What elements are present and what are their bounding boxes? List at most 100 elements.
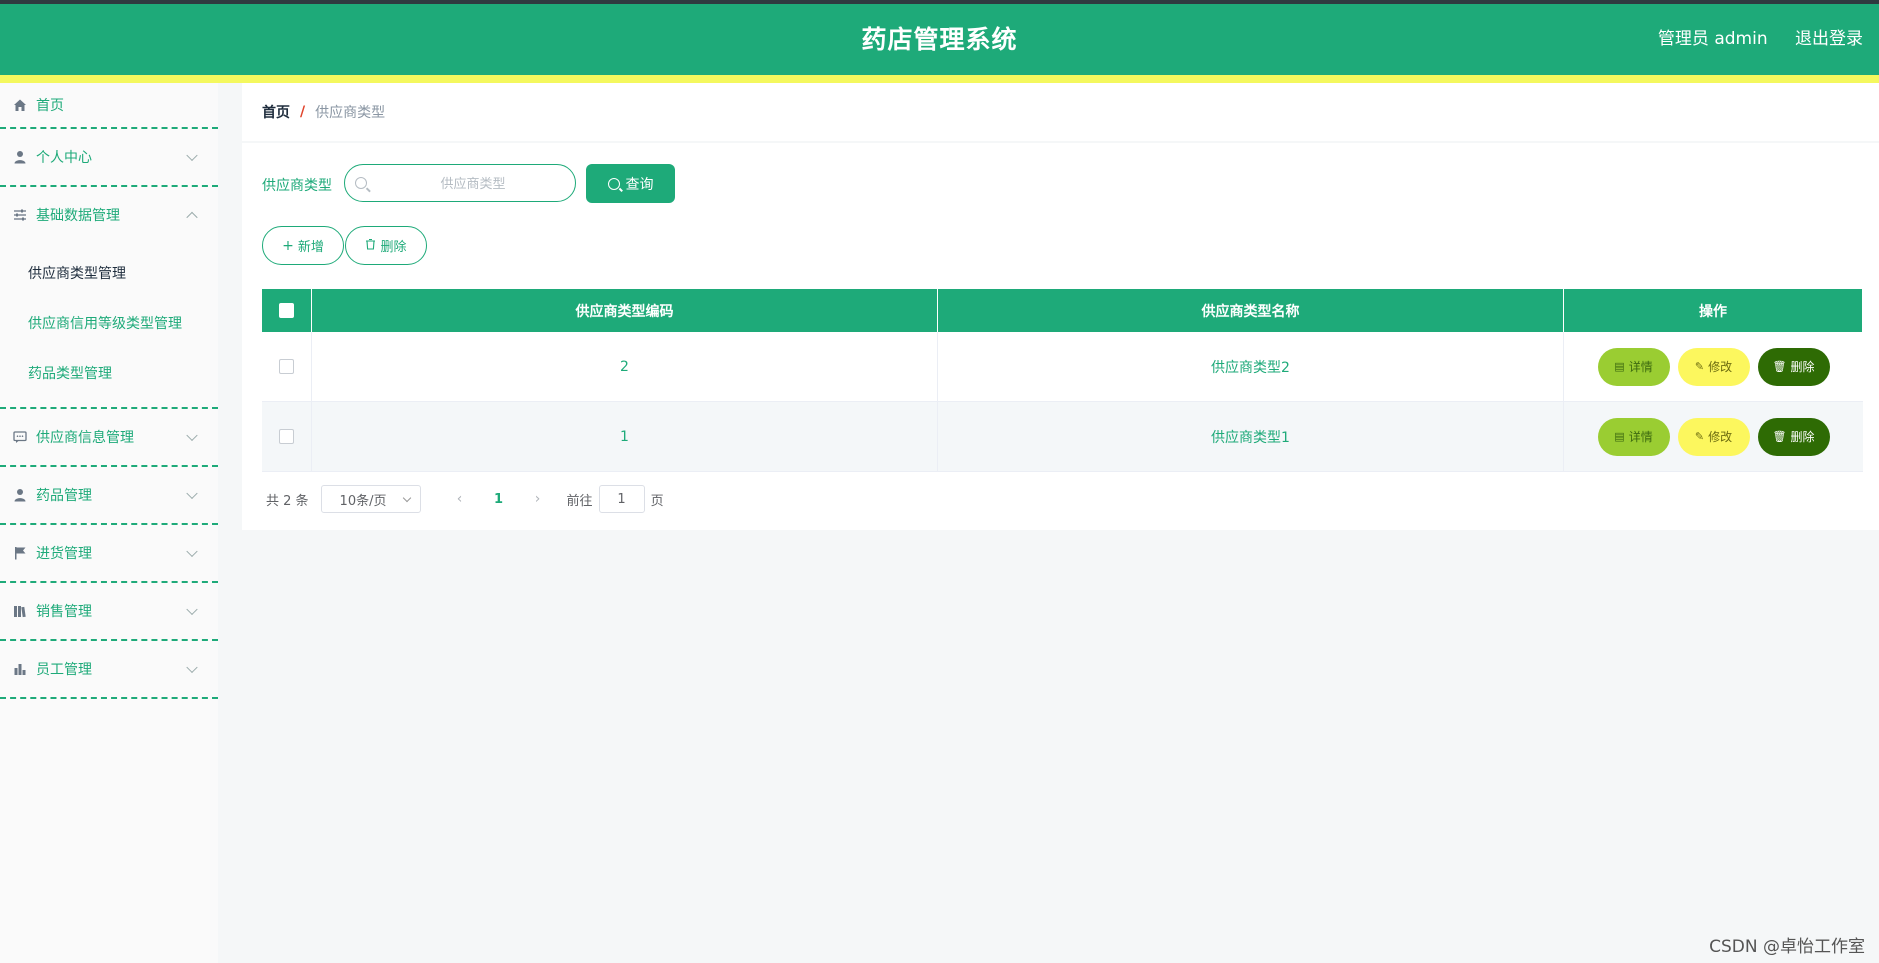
edit-button-label: 修改 [1708, 360, 1733, 374]
delete-button[interactable]: 🗑︎ 删除 [1757, 417, 1830, 456]
page-jump-suffix: 页 [650, 493, 664, 509]
sidebar-item-basic-data[interactable]: 基础数据管理 [0, 187, 218, 243]
detail-button-label: 详情 [1628, 430, 1653, 444]
pagination: 共 2 条 10条/页 ‹ 1 › 前往 页 [266, 485, 664, 513]
submenu-basic-data: 供应商类型管理 供应商信用等级类型管理 药品类型管理 [0, 243, 218, 409]
header-accent-bar [0, 75, 1879, 83]
column-header-actions: 操作 [1564, 289, 1863, 332]
prev-page-icon[interactable]: ‹ [445, 491, 475, 507]
add-button[interactable]: + 新增 [262, 226, 344, 265]
chevron-down-icon [186, 487, 198, 500]
search-field[interactable] [344, 164, 576, 202]
sidebar: 首页 个人中心 基础数据管理 供应商类型管理 供应商信用等级类型管理 药品类型管… [0, 83, 218, 963]
query-button[interactable]: 查询 [586, 164, 675, 203]
chevron-down-icon [186, 545, 198, 558]
breadcrumb-current: 供应商类型 [315, 105, 386, 121]
cell-code: 2 [312, 332, 938, 401]
delete-button-label: 删除 [1790, 360, 1815, 374]
sidebar-subitem-supplier-credit-level[interactable]: 供应商信用等级类型管理 [0, 299, 218, 349]
edit-button-label: 修改 [1708, 430, 1733, 444]
delete-button-label: 删除 [1790, 430, 1815, 444]
delete-button[interactable]: 🗑︎ 删除 [1757, 347, 1830, 386]
sidebar-item-label: 销售管理 [36, 604, 92, 620]
sidebar-subitem-supplier-type[interactable]: 供应商类型管理 [0, 249, 218, 299]
sidebar-item-purchase-management[interactable]: 进货管理 [0, 525, 218, 583]
user-icon [12, 487, 28, 503]
breadcrumb-home[interactable]: 首页 [262, 102, 290, 122]
row-actions: ▤ 详情 ✎ 修改 🗑︎ 删除 [1564, 402, 1863, 471]
header-user-area: 管理员 admin 退出登录 [1636, 4, 1863, 75]
watermark: CSDN @卓怡工作室 [1709, 937, 1865, 957]
pagination-total: 共 2 条 [266, 493, 309, 509]
detail-button-label: 详情 [1628, 360, 1653, 374]
user-icon [12, 149, 28, 165]
query-button-label: 查询 [625, 176, 654, 193]
sidebar-item-home[interactable]: 首页 [0, 83, 218, 129]
row-checkbox[interactable] [279, 429, 294, 444]
sidebar-item-label: 个人中心 [36, 150, 92, 166]
sliders-icon [12, 207, 28, 223]
chevron-down-icon [186, 429, 198, 442]
sidebar-item-drug-management[interactable]: 药品管理 [0, 467, 218, 525]
table-row: 1 供应商类型1 ▤ 详情 ✎ 修改 🗑︎ 删除 [262, 402, 1863, 472]
search-icon [355, 177, 367, 189]
table-header: 供应商类型编码 供应商类型名称 操作 [262, 289, 1863, 332]
select-all-checkbox[interactable] [279, 303, 294, 318]
detail-button[interactable]: ▤ 详情 [1597, 347, 1670, 386]
sidebar-subitem-drug-type[interactable]: 药品类型管理 [0, 349, 218, 399]
chevron-up-icon [186, 211, 198, 224]
sidebar-item-label: 药品管理 [36, 488, 92, 504]
sidebar-item-label: 员工管理 [36, 662, 92, 678]
flag-icon [12, 545, 28, 561]
sidebar-item-label: 基础数据管理 [36, 208, 120, 224]
row-checkbox[interactable] [279, 359, 294, 374]
plus-icon: + [282, 237, 294, 254]
document-icon: ▤ [1614, 430, 1625, 443]
row-select-cell [262, 402, 312, 471]
supplier-type-table: 供应商类型编码 供应商类型名称 操作 2 供应商类型2 ▤ 详情 ✎ 修改 🗑︎ 删除… [262, 289, 1863, 472]
current-user-label[interactable]: 管理员 admin [1658, 29, 1768, 49]
search-icon [607, 177, 620, 190]
books-icon [12, 603, 28, 619]
add-button-label: 新增 [297, 240, 324, 255]
logout-button[interactable]: 退出登录 [1795, 29, 1863, 49]
trash-icon: 🗑︎ [1772, 430, 1787, 443]
page-number-current[interactable]: 1 [475, 492, 523, 507]
page-jump-input[interactable] [598, 485, 645, 513]
pencil-icon: ✎ [1694, 430, 1705, 443]
page-size-value: 10条/页 [339, 493, 387, 509]
next-page-icon[interactable]: › [523, 491, 553, 507]
select-all-cell [262, 289, 312, 332]
trash-icon [365, 238, 376, 254]
page-jump: 前往 页 [567, 485, 664, 513]
breadcrumb-separator: / [300, 104, 306, 120]
home-icon [12, 97, 28, 113]
sidebar-item-label: 进货管理 [36, 546, 92, 562]
edit-button[interactable]: ✎ 修改 [1677, 347, 1750, 386]
sidebar-item-supplier-info[interactable]: 供应商信息管理 [0, 409, 218, 467]
edit-button[interactable]: ✎ 修改 [1677, 417, 1750, 456]
chevron-down-icon [402, 493, 411, 503]
table-row: 2 供应商类型2 ▤ 详情 ✎ 修改 🗑︎ 删除 [262, 332, 1863, 402]
batch-delete-button[interactable]: 删除 [345, 226, 427, 265]
sidebar-item-label: 首页 [36, 98, 64, 114]
app-header: 药店管理系统 管理员 admin 退出登录 [0, 4, 1879, 75]
app-title: 药店管理系统 [861, 25, 1018, 54]
chevron-down-icon [186, 661, 198, 674]
sidebar-item-sales-management[interactable]: 销售管理 [0, 583, 218, 641]
cell-code: 1 [312, 402, 938, 471]
bar-chart-icon [12, 661, 28, 677]
sidebar-item-personal-center[interactable]: 个人中心 [0, 129, 218, 187]
batch-delete-button-label: 删除 [380, 240, 407, 255]
breadcrumb: 首页 / 供应商类型 [242, 83, 1879, 141]
page-size-select[interactable]: 10条/页 [320, 485, 421, 513]
row-select-cell [262, 332, 312, 401]
chevron-down-icon [186, 149, 198, 162]
chevron-down-icon [186, 603, 198, 616]
sidebar-item-staff-management[interactable]: 员工管理 [0, 641, 218, 699]
search-input[interactable] [373, 171, 573, 197]
detail-button[interactable]: ▤ 详情 [1597, 417, 1670, 456]
row-actions: ▤ 详情 ✎ 修改 🗑︎ 删除 [1564, 332, 1863, 401]
column-header-name: 供应商类型名称 [938, 289, 1564, 332]
main-content: 供应商类型 查询 + 新增 删除 供应商类型编码 供应商类型名称 操作 2 供应… [242, 143, 1879, 530]
